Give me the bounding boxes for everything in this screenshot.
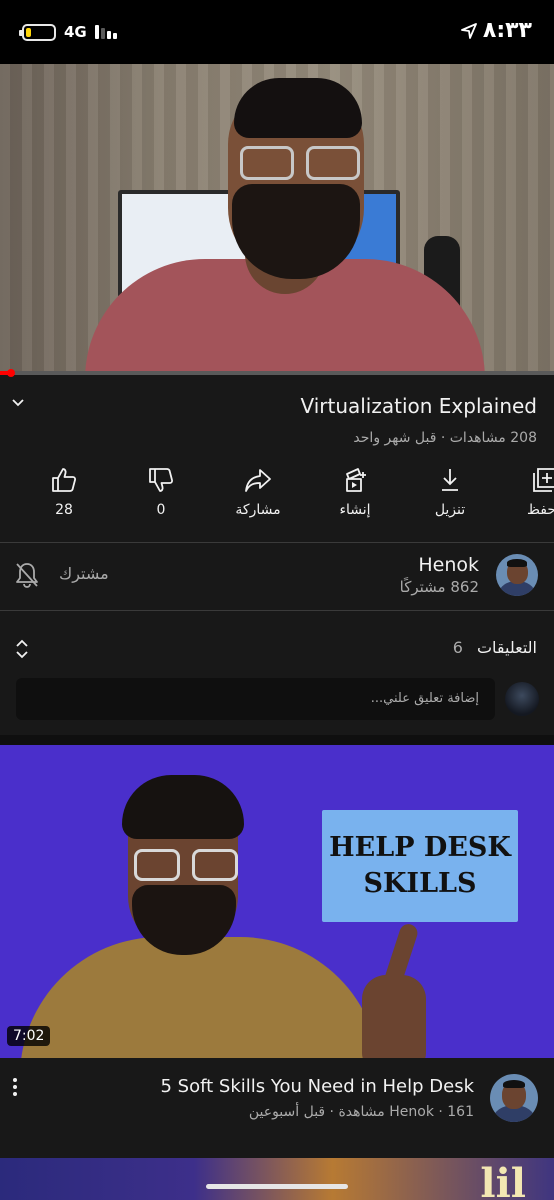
recommended-title[interactable]: 5 Soft Skills You Need in Help Desk (161, 1076, 475, 1097)
status-right: ٨:٣٣ (461, 18, 532, 43)
battery-icon (19, 23, 56, 41)
recommended-thumbnail[interactable]: HELP DESK SKILLS (0, 745, 554, 1058)
thumbs-up-icon (52, 468, 77, 492)
recommended-info-row[interactable]: 5 Soft Skills You Need in Help Desk Heno… (0, 1058, 554, 1158)
sign-line-1: HELP DESK (329, 832, 511, 863)
chevron-down-icon[interactable] (11, 396, 25, 410)
status-bar: 4G ٨:٣٣ (0, 0, 554, 64)
dislike-count: 0 (156, 502, 166, 518)
clock: ٨:٣٣ (482, 18, 532, 43)
create-button[interactable]: إنشاء (315, 466, 395, 518)
comments-count: 6 (452, 638, 463, 657)
pointing-hand (362, 975, 426, 1058)
duration-badge: 7:02 (7, 1026, 51, 1046)
playback-progress-bar[interactable] (0, 369, 554, 377)
add-comment-input[interactable]: إضافة تعليق علني... (16, 678, 495, 720)
presenter-hair (234, 78, 362, 138)
download-label: تنزيل (434, 502, 466, 518)
video-title: Virtualization Explained (300, 394, 537, 418)
thumbnail-sign: HELP DESK SKILLS (322, 810, 518, 922)
home-indicator[interactable] (206, 1184, 348, 1189)
more-options-icon[interactable] (10, 1076, 20, 1098)
network-type: 4G (64, 23, 87, 41)
create-label: إنشاء (339, 502, 371, 518)
like-button[interactable]: 28 (24, 466, 104, 518)
thumbnail-hair (122, 775, 244, 839)
save-button[interactable]: حفظ (505, 466, 554, 518)
notifications-off-icon[interactable] (14, 561, 40, 589)
dislike-button[interactable]: 0 (121, 466, 201, 518)
share-icon (245, 469, 271, 492)
presenter-glasses (240, 146, 360, 182)
share-button[interactable]: مشاركة (218, 466, 298, 518)
comment-placeholder: إضافة تعليق علني... (370, 691, 479, 706)
recommended-meta: Henok · 161 مشاهدة · قبل أسبوعين (248, 1104, 474, 1120)
section-separator (0, 735, 554, 745)
like-count: 28 (55, 502, 73, 518)
status-left: 4G (19, 23, 117, 41)
thumbnail-shirt (20, 937, 380, 1058)
divider (0, 542, 554, 543)
comments-label: التعليقات 6 (453, 638, 537, 657)
divider (0, 610, 554, 611)
create-remix-icon (346, 468, 366, 492)
expand-collapse-icon[interactable] (14, 638, 30, 660)
user-avatar (505, 682, 539, 716)
save-to-playlist-icon (533, 468, 554, 492)
subscribed-button[interactable]: مشترك (59, 564, 109, 583)
thumbnail-glasses (134, 849, 238, 883)
channel-row[interactable]: Henok 862 مشتركًا مشترك (0, 544, 554, 606)
subscriber-count: 862 مشتركًا (399, 578, 479, 596)
next-thumbnail-text: lil (480, 1160, 526, 1200)
video-meta: 208 مشاهدات · قبل شهر واحد (353, 430, 537, 446)
next-thumbnail[interactable]: lil (0, 1158, 554, 1200)
recommended-channel-avatar[interactable] (490, 1074, 538, 1122)
comments-title: التعليقات (476, 638, 537, 657)
signal-icon (94, 25, 117, 39)
location-arrow-icon (461, 22, 477, 39)
thumbs-down-icon (149, 468, 174, 492)
save-label: حفظ (527, 502, 554, 518)
scrubber-handle[interactable] (7, 369, 15, 377)
sign-line-2: SKILLS (363, 868, 477, 899)
channel-name[interactable]: Henok (418, 554, 479, 576)
download-button[interactable]: تنزيل (410, 466, 490, 518)
download-icon (442, 469, 458, 491)
channel-avatar[interactable] (496, 554, 538, 596)
comments-header[interactable]: التعليقات 6 (0, 634, 554, 664)
video-title-row[interactable]: Virtualization Explained (0, 390, 554, 424)
video-player[interactable] (0, 64, 554, 374)
action-bar: 28 0 مشاركة إنشاء تنزيل حفظ (0, 466, 554, 528)
share-label: مشاركة (235, 502, 281, 518)
